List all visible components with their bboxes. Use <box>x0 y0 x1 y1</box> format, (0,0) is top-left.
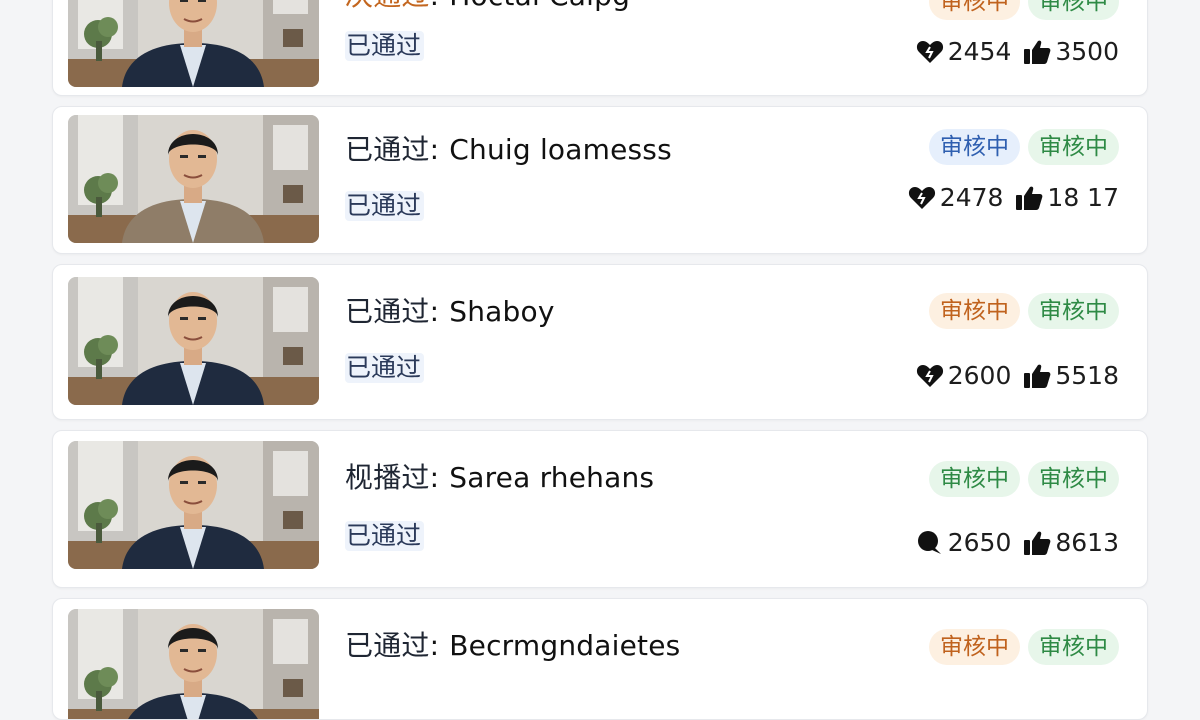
title-prefix: 枧播过 <box>345 461 430 494</box>
status-badge: 审核中 <box>1028 129 1119 165</box>
thumbnail-image[interactable] <box>68 115 319 243</box>
title-name: Becrmgndaietes <box>449 629 681 662</box>
like-count: 8613 <box>1055 528 1119 557</box>
status-badge: 审核中 <box>1028 0 1119 20</box>
status-text: 已通过 <box>345 353 425 383</box>
title-name: Sarea rhehans <box>449 461 655 494</box>
status-badge: 审核中 <box>1028 293 1119 329</box>
status-badge: 审核中 <box>929 293 1020 329</box>
thumbnail-image[interactable] <box>68 277 319 405</box>
thumbs-up-icon[interactable] <box>1023 39 1051 65</box>
status-badge: 审核中 <box>1028 461 1119 497</box>
heart-count: 2600 <box>947 361 1012 390</box>
thumbnail-image[interactable] <box>68 609 319 719</box>
status-text: 已通过 <box>345 31 425 61</box>
comment-icon[interactable] <box>916 530 944 556</box>
item-title: 决通过: Hoctal Calpg <box>345 0 630 13</box>
list-item[interactable]: 决通过: Hoctal Calpg 已通过 审核中 审核中 2454 3500 <box>52 0 1148 96</box>
heart-count: 2478 <box>939 183 1004 212</box>
title-colon: : <box>429 133 440 166</box>
stats-row: 2454 3500 <box>916 37 1119 66</box>
item-title: 枧播过: Sarea rhehans <box>345 461 654 495</box>
status-badge: 审核中 <box>929 461 1020 497</box>
thumbnail-image[interactable] <box>68 441 319 569</box>
heart-icon[interactable] <box>916 39 944 65</box>
list-item[interactable]: 枧播过: Sarea rhehans 已通过 审核中 审核中 2650 8613 <box>52 430 1148 588</box>
badge-group: 审核中 审核中 <box>929 0 1119 20</box>
thumbs-up-icon[interactable] <box>1015 185 1043 211</box>
item-title: 已通过: Chuig loamesss <box>345 133 672 167</box>
title-prefix: 已通过 <box>345 629 430 662</box>
title-colon: : <box>429 461 440 494</box>
like-count: 5518 <box>1055 361 1119 390</box>
status-badge: 审核中 <box>1028 629 1119 665</box>
heart-icon[interactable] <box>908 185 936 211</box>
list-item[interactable]: 已通过: Becrmgndaietes 审核中 审核中 <box>52 598 1148 720</box>
thumbs-up-icon[interactable] <box>1023 363 1051 389</box>
like-count: 3500 <box>1055 37 1119 66</box>
heart-count: 2454 <box>947 37 1012 66</box>
title-prefix: 已通过 <box>345 295 430 328</box>
title-prefix: 已通过 <box>345 133 430 166</box>
badge-group: 审核中 审核中 <box>929 129 1119 165</box>
title-prefix: 决通过 <box>345 0 430 12</box>
list-item[interactable]: 已通过: Shaboy 已通过 审核中 审核中 2600 5518 <box>52 264 1148 420</box>
status-badge: 审核中 <box>929 629 1020 665</box>
badge-group: 审核中 审核中 <box>929 461 1119 497</box>
heart-icon[interactable] <box>916 363 944 389</box>
stats-row: 2600 5518 <box>916 361 1119 390</box>
status-badge: 审核中 <box>929 129 1020 165</box>
title-name: Chuig loamesss <box>449 133 672 166</box>
badge-group: 审核中 审核中 <box>929 293 1119 329</box>
title-colon: : <box>429 629 440 662</box>
stats-row: 2650 8613 <box>916 528 1119 557</box>
title-colon: : <box>430 0 440 12</box>
badge-group: 审核中 审核中 <box>929 629 1119 665</box>
status-badge: 审核中 <box>929 0 1020 20</box>
thumbs-up-icon[interactable] <box>1023 530 1051 556</box>
status-text: 已通过 <box>345 521 425 551</box>
item-title: 已通过: Becrmgndaietes <box>345 629 680 663</box>
like-count: 18 17 <box>1047 183 1119 212</box>
item-title: 已通过: Shaboy <box>345 295 555 329</box>
comment-count: 2650 <box>947 528 1012 557</box>
title-colon: : <box>429 295 440 328</box>
status-text: 已通过 <box>345 191 425 221</box>
list-item[interactable]: 已通过: Chuig loamesss 已通过 审核中 审核中 2478 18 1… <box>52 106 1148 254</box>
thumbnail-image[interactable] <box>68 0 319 87</box>
stats-row: 2478 18 17 <box>908 183 1119 212</box>
title-name: Shaboy <box>449 295 555 328</box>
title-name: Hoctal Calpg <box>449 0 630 12</box>
